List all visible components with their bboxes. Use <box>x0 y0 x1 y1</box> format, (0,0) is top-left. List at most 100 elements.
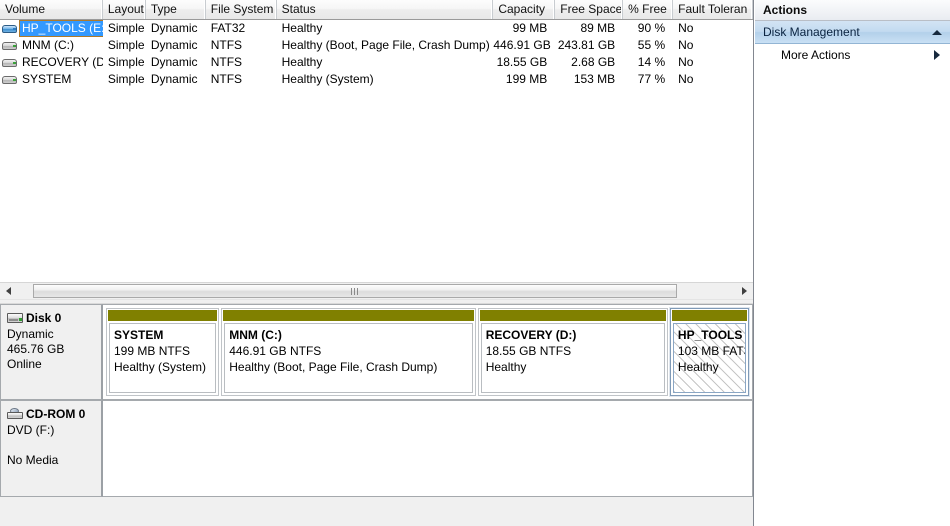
volume-cell-fs: NTFS <box>210 38 243 52</box>
chevron-up-icon[interactable] <box>932 29 942 35</box>
volume-cell-type: Dynamic <box>150 38 198 52</box>
column-header-fault[interactable]: Fault Toleran <box>673 0 753 19</box>
partition-name: HP_TOOLS (E <box>677 328 745 342</box>
partition-details: RECOVERY (D:) 18.55 GB NTFS Healthy <box>480 323 665 393</box>
partition-size: 103 MB FAT32 <box>677 344 745 358</box>
empty-media-area <box>106 404 749 493</box>
disk-title: CD-ROM 0 <box>7 407 96 422</box>
volume-cell-fault: No <box>678 21 694 35</box>
volume-label: HP_TOOLS (E:) <box>18 20 103 37</box>
scroll-right-button[interactable] <box>736 283 753 299</box>
scroll-left-button[interactable] <box>0 283 17 299</box>
volume-row[interactable]: MNM (C:) Simple Dynamic NTFS Healthy (Boot, … <box>0 37 753 54</box>
volume-label: SYSTEM <box>22 72 72 86</box>
partition-status: Healthy (System) <box>114 360 207 374</box>
volume-cell-free: 243.81 GB <box>557 38 616 52</box>
volume-name-cell: HP_TOOLS (E:) <box>0 20 103 37</box>
volume-icon <box>2 57 18 69</box>
partition-color-bar <box>107 309 219 321</box>
volume-icon <box>2 74 18 86</box>
volume-cell-pfree: 14 % <box>637 55 666 69</box>
volume-cell-capacity: 446.91 GB <box>493 38 551 52</box>
column-header-volume[interactable]: Volume <box>0 0 103 19</box>
disk-management-window: Volume Layout Type File System Status Capacit… <box>0 0 950 526</box>
volume-cell-status: Healthy <box>281 55 323 69</box>
partition-block[interactable]: MNM (C:) 446.91 GB NTFS Healthy (Boot, Pag… <box>221 308 476 396</box>
volume-cell-pfree: 77 % <box>637 72 666 86</box>
actions-item-list[interactable]: More Actions <box>755 44 950 66</box>
volume-cell-volume: MNM (C:) <box>0 37 103 54</box>
volume-cell-status: Healthy <box>281 21 323 35</box>
partition-status: Healthy (Boot, Page File, Crash Dump) <box>229 360 438 374</box>
disk-row[interactable]: CD-ROM 0 DVD (F:) No Media <box>0 400 753 497</box>
partition-block[interactable]: RECOVERY (D:) 18.55 GB NTFS Healthy <box>477 308 668 396</box>
volume-list-header[interactable]: Volume Layout Type File System Status Capacit… <box>0 0 753 20</box>
partition-size: 18.55 GB NTFS <box>485 344 572 358</box>
volume-icon <box>2 40 18 52</box>
disk-info-panel[interactable]: CD-ROM 0 DVD (F:) No Media <box>0 400 103 497</box>
volume-cell-layout: Simple <box>107 38 145 52</box>
disk-title: Disk 0 <box>7 311 96 326</box>
graphical-disk-view[interactable]: Disk 0 Dynamic 465.76 GB Online SYSTEM 199 … <box>0 304 753 526</box>
column-header-free[interactable]: Free Space <box>555 0 624 19</box>
column-header-fs[interactable]: File System <box>206 0 277 19</box>
volume-cell-layout: Simple <box>107 21 145 35</box>
volume-cell-fs: FAT32 <box>210 21 246 35</box>
scrollbar-track[interactable] <box>17 283 736 299</box>
hard-disk-icon <box>7 312 24 325</box>
volume-label: RECOVERY (D:) <box>22 55 103 69</box>
volume-cell-free: 89 MB <box>580 21 616 35</box>
volume-cell-fault: No <box>678 72 694 86</box>
partition-block[interactable]: SYSTEM 199 MB NTFS Healthy (System) <box>106 308 220 396</box>
volume-cell-fs: NTFS <box>210 72 243 86</box>
volume-list[interactable]: Volume Layout Type File System Status Capacit… <box>0 0 753 282</box>
volume-cell-status: Healthy (Boot, Page File, Crash Dump) <box>281 38 490 52</box>
volume-cell-volume: HP_TOOLS (E:) <box>0 20 103 37</box>
volume-list-body[interactable]: HP_TOOLS (E:) Simple Dynamic FAT32 Healthy 99… <box>0 20 753 88</box>
column-header-layout[interactable]: Layout <box>103 0 146 19</box>
partition-details: MNM (C:) 446.91 GB NTFS Healthy (Boot, Pag… <box>224 323 473 393</box>
volume-row[interactable]: RECOVERY (D:) Simple Dynamic NTFS Healthy 18.… <box>0 54 753 71</box>
disk-info-panel[interactable]: Disk 0 Dynamic 465.76 GB Online <box>0 304 103 400</box>
column-header-type[interactable]: Type <box>146 0 206 19</box>
actions-pane-title: Actions <box>755 0 950 21</box>
partition-color-bar <box>222 309 475 321</box>
partition-color-bar <box>478 309 667 321</box>
volume-label: MNM (C:) <box>22 38 74 52</box>
volume-cell-layout: Simple <box>107 55 145 69</box>
volume-name-cell: MNM (C:) <box>0 37 103 54</box>
volume-cell-type: Dynamic <box>150 21 198 35</box>
disk-row[interactable]: Disk 0 Dynamic 465.76 GB Online SYSTEM 199 … <box>0 304 753 400</box>
volume-name-cell: SYSTEM <box>0 71 103 88</box>
scroll-right-arrow-icon <box>742 287 747 295</box>
chevron-right-icon[interactable] <box>934 50 940 60</box>
volume-cell-type: Dynamic <box>150 72 198 86</box>
volume-cell-capacity: 199 MB <box>505 72 548 86</box>
actions-section-disk-management[interactable]: Disk Management <box>755 21 950 44</box>
volume-cell-capacity: 18.55 GB <box>496 55 548 69</box>
partition-block[interactable]: HP_TOOLS (E 103 MB FAT32 Healthy <box>668 307 751 397</box>
partition-name: MNM (C:) <box>229 328 282 342</box>
disk-name: Disk 0 <box>26 311 62 325</box>
scrollbar-thumb[interactable] <box>33 284 677 298</box>
partition-name: RECOVERY (D:) <box>485 328 577 342</box>
horizontal-scrollbar[interactable] <box>0 282 753 299</box>
volume-cell-fault: No <box>678 38 694 52</box>
column-header-pfree[interactable]: % Free <box>623 0 674 19</box>
actions-pane: Actions Disk Management More Actions <box>754 0 950 526</box>
volume-row[interactable]: HP_TOOLS (E:) Simple Dynamic FAT32 Healthy 99… <box>0 20 753 37</box>
volume-row[interactable]: SYSTEM Simple Dynamic NTFS Healthy (System) 1… <box>0 71 753 88</box>
volume-cell-free: 153 MB <box>573 72 616 86</box>
partition-details: HP_TOOLS (E 103 MB FAT32 Healthy <box>672 323 746 393</box>
scrollbar-grip-icon <box>351 287 359 295</box>
volume-cell-status: Healthy (System) <box>281 72 374 86</box>
actions-item-more-actions[interactable]: More Actions <box>755 44 950 66</box>
volume-cell-capacity: 99 MB <box>512 21 548 35</box>
disk-partition-strip[interactable]: SYSTEM 199 MB NTFS Healthy (System) MNM (C:… <box>103 304 753 400</box>
column-header-capacity[interactable]: Capacity <box>493 0 556 19</box>
cd-rom-icon <box>7 408 24 421</box>
disk-partition-strip[interactable] <box>103 400 753 497</box>
volume-cell-fs: NTFS <box>210 55 243 69</box>
column-header-status[interactable]: Status <box>277 0 494 19</box>
volume-cell-pfree: 55 % <box>637 38 666 52</box>
